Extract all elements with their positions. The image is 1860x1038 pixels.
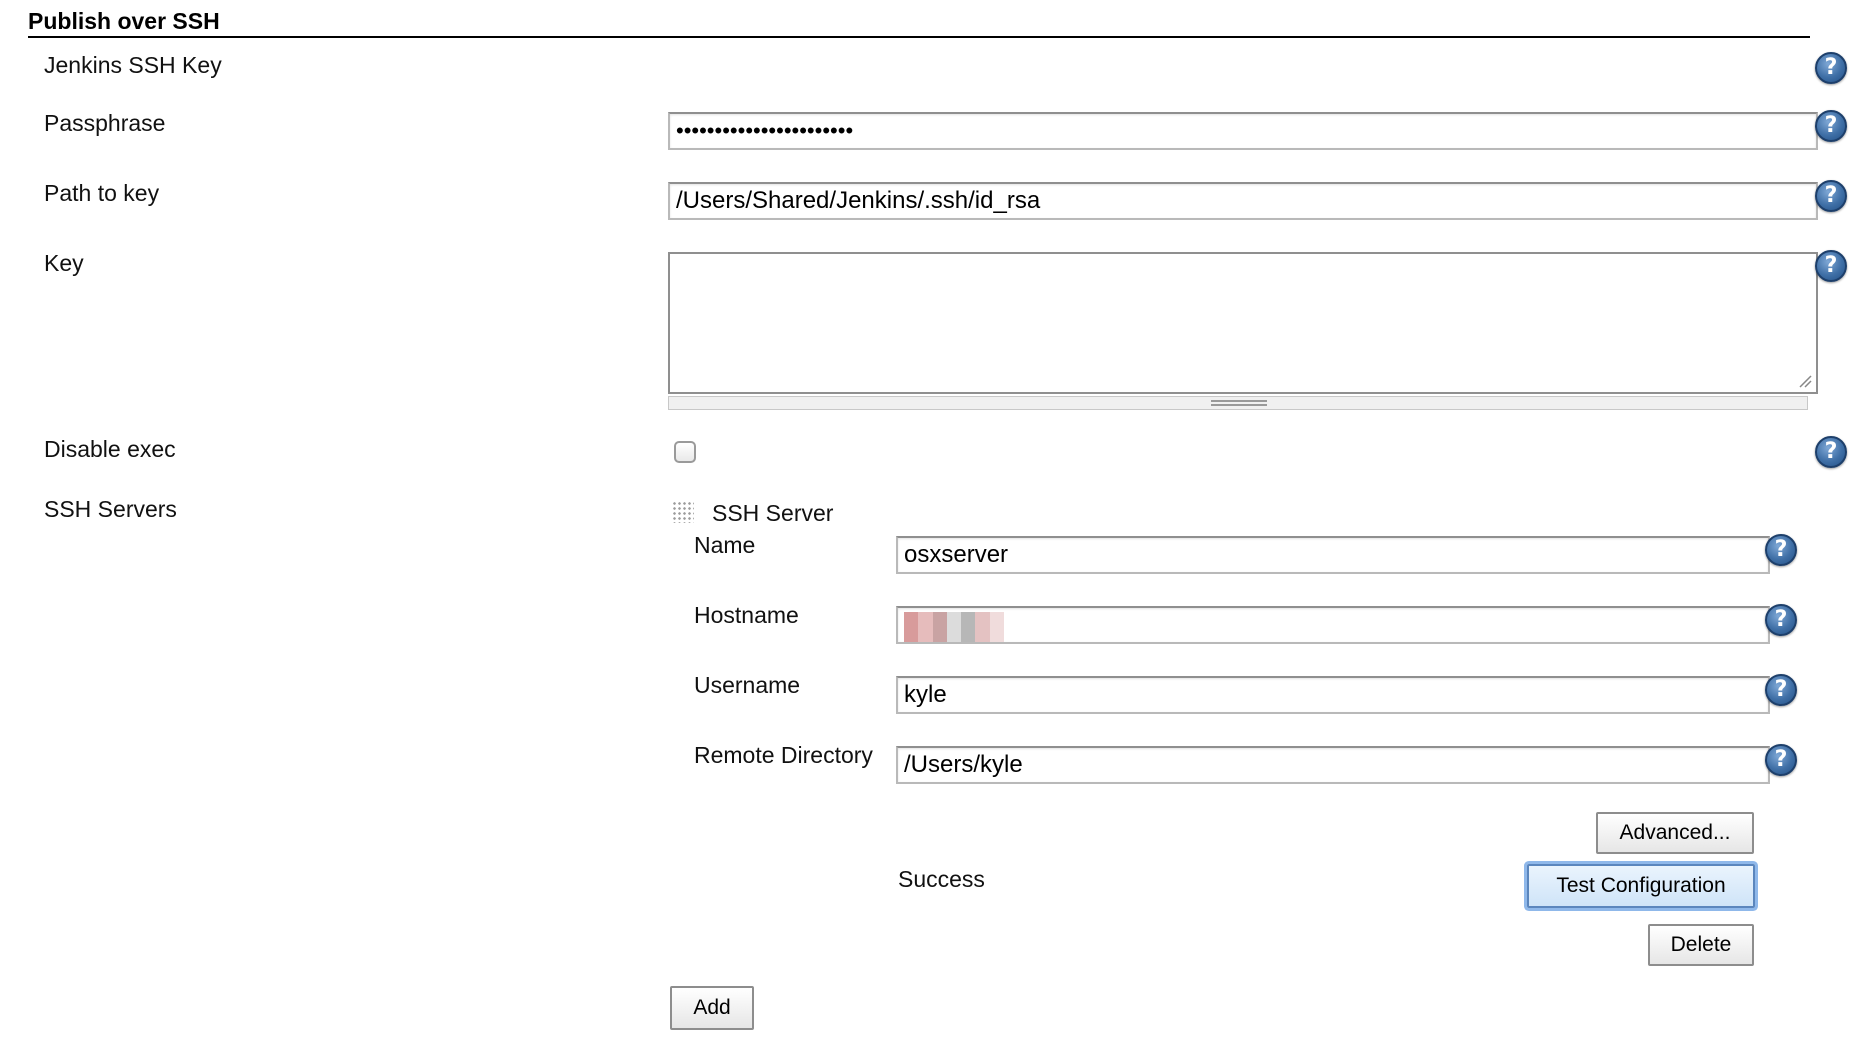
- help-icon-passphrase[interactable]: ?: [1815, 110, 1847, 142]
- passphrase-label: Passphrase: [44, 110, 166, 136]
- delete-button[interactable]: Delete: [1648, 924, 1754, 966]
- test-configuration-button[interactable]: Test Configuration: [1527, 864, 1755, 908]
- resize-corner-icon[interactable]: [1798, 374, 1812, 388]
- grip-lines-icon: [1211, 400, 1267, 406]
- key-label: Key: [44, 250, 84, 276]
- test-status-text: Success: [898, 866, 985, 892]
- advanced-button[interactable]: Advanced...: [1596, 812, 1754, 854]
- hostname-label: Hostname: [694, 602, 799, 628]
- help-icon-jenkins-ssh-key[interactable]: ?: [1815, 52, 1847, 84]
- help-icon-hostname[interactable]: ?: [1765, 604, 1797, 636]
- add-button[interactable]: Add: [670, 986, 754, 1030]
- remote-directory-label: Remote Directory: [694, 742, 873, 768]
- drag-handle-icon[interactable]: [672, 501, 694, 523]
- passphrase-input[interactable]: [668, 112, 1818, 150]
- disable-exec-label: Disable exec: [44, 436, 176, 462]
- section-divider: [28, 36, 1810, 38]
- username-label: Username: [694, 672, 801, 698]
- key-textarea[interactable]: [668, 252, 1818, 394]
- ssh-servers-label: SSH Servers: [44, 496, 177, 522]
- help-icon-server-name[interactable]: ?: [1765, 534, 1797, 566]
- jenkins-ssh-key-label: Jenkins SSH Key: [44, 52, 222, 78]
- path-to-key-input[interactable]: [668, 182, 1818, 220]
- disable-exec-checkbox[interactable]: [674, 441, 696, 463]
- server-name-input[interactable]: [896, 536, 1770, 574]
- username-input[interactable]: [896, 676, 1770, 714]
- hostname-redacted-value: [904, 612, 1004, 642]
- hostname-input[interactable]: [896, 606, 1770, 644]
- path-to-key-label: Path to key: [44, 180, 160, 206]
- help-icon-disable-exec[interactable]: ?: [1815, 436, 1847, 468]
- textarea-resize-bar[interactable]: [668, 396, 1808, 410]
- remote-directory-input[interactable]: [896, 746, 1770, 784]
- ssh-server-heading: SSH Server: [712, 500, 834, 526]
- server-name-label: Name: [694, 532, 756, 558]
- help-icon-remote-directory[interactable]: ?: [1765, 744, 1797, 776]
- help-icon-path-to-key[interactable]: ?: [1815, 180, 1847, 212]
- help-icon-username[interactable]: ?: [1765, 674, 1797, 706]
- section-title: Publish over SSH: [28, 8, 220, 34]
- help-icon-key[interactable]: ?: [1815, 250, 1847, 282]
